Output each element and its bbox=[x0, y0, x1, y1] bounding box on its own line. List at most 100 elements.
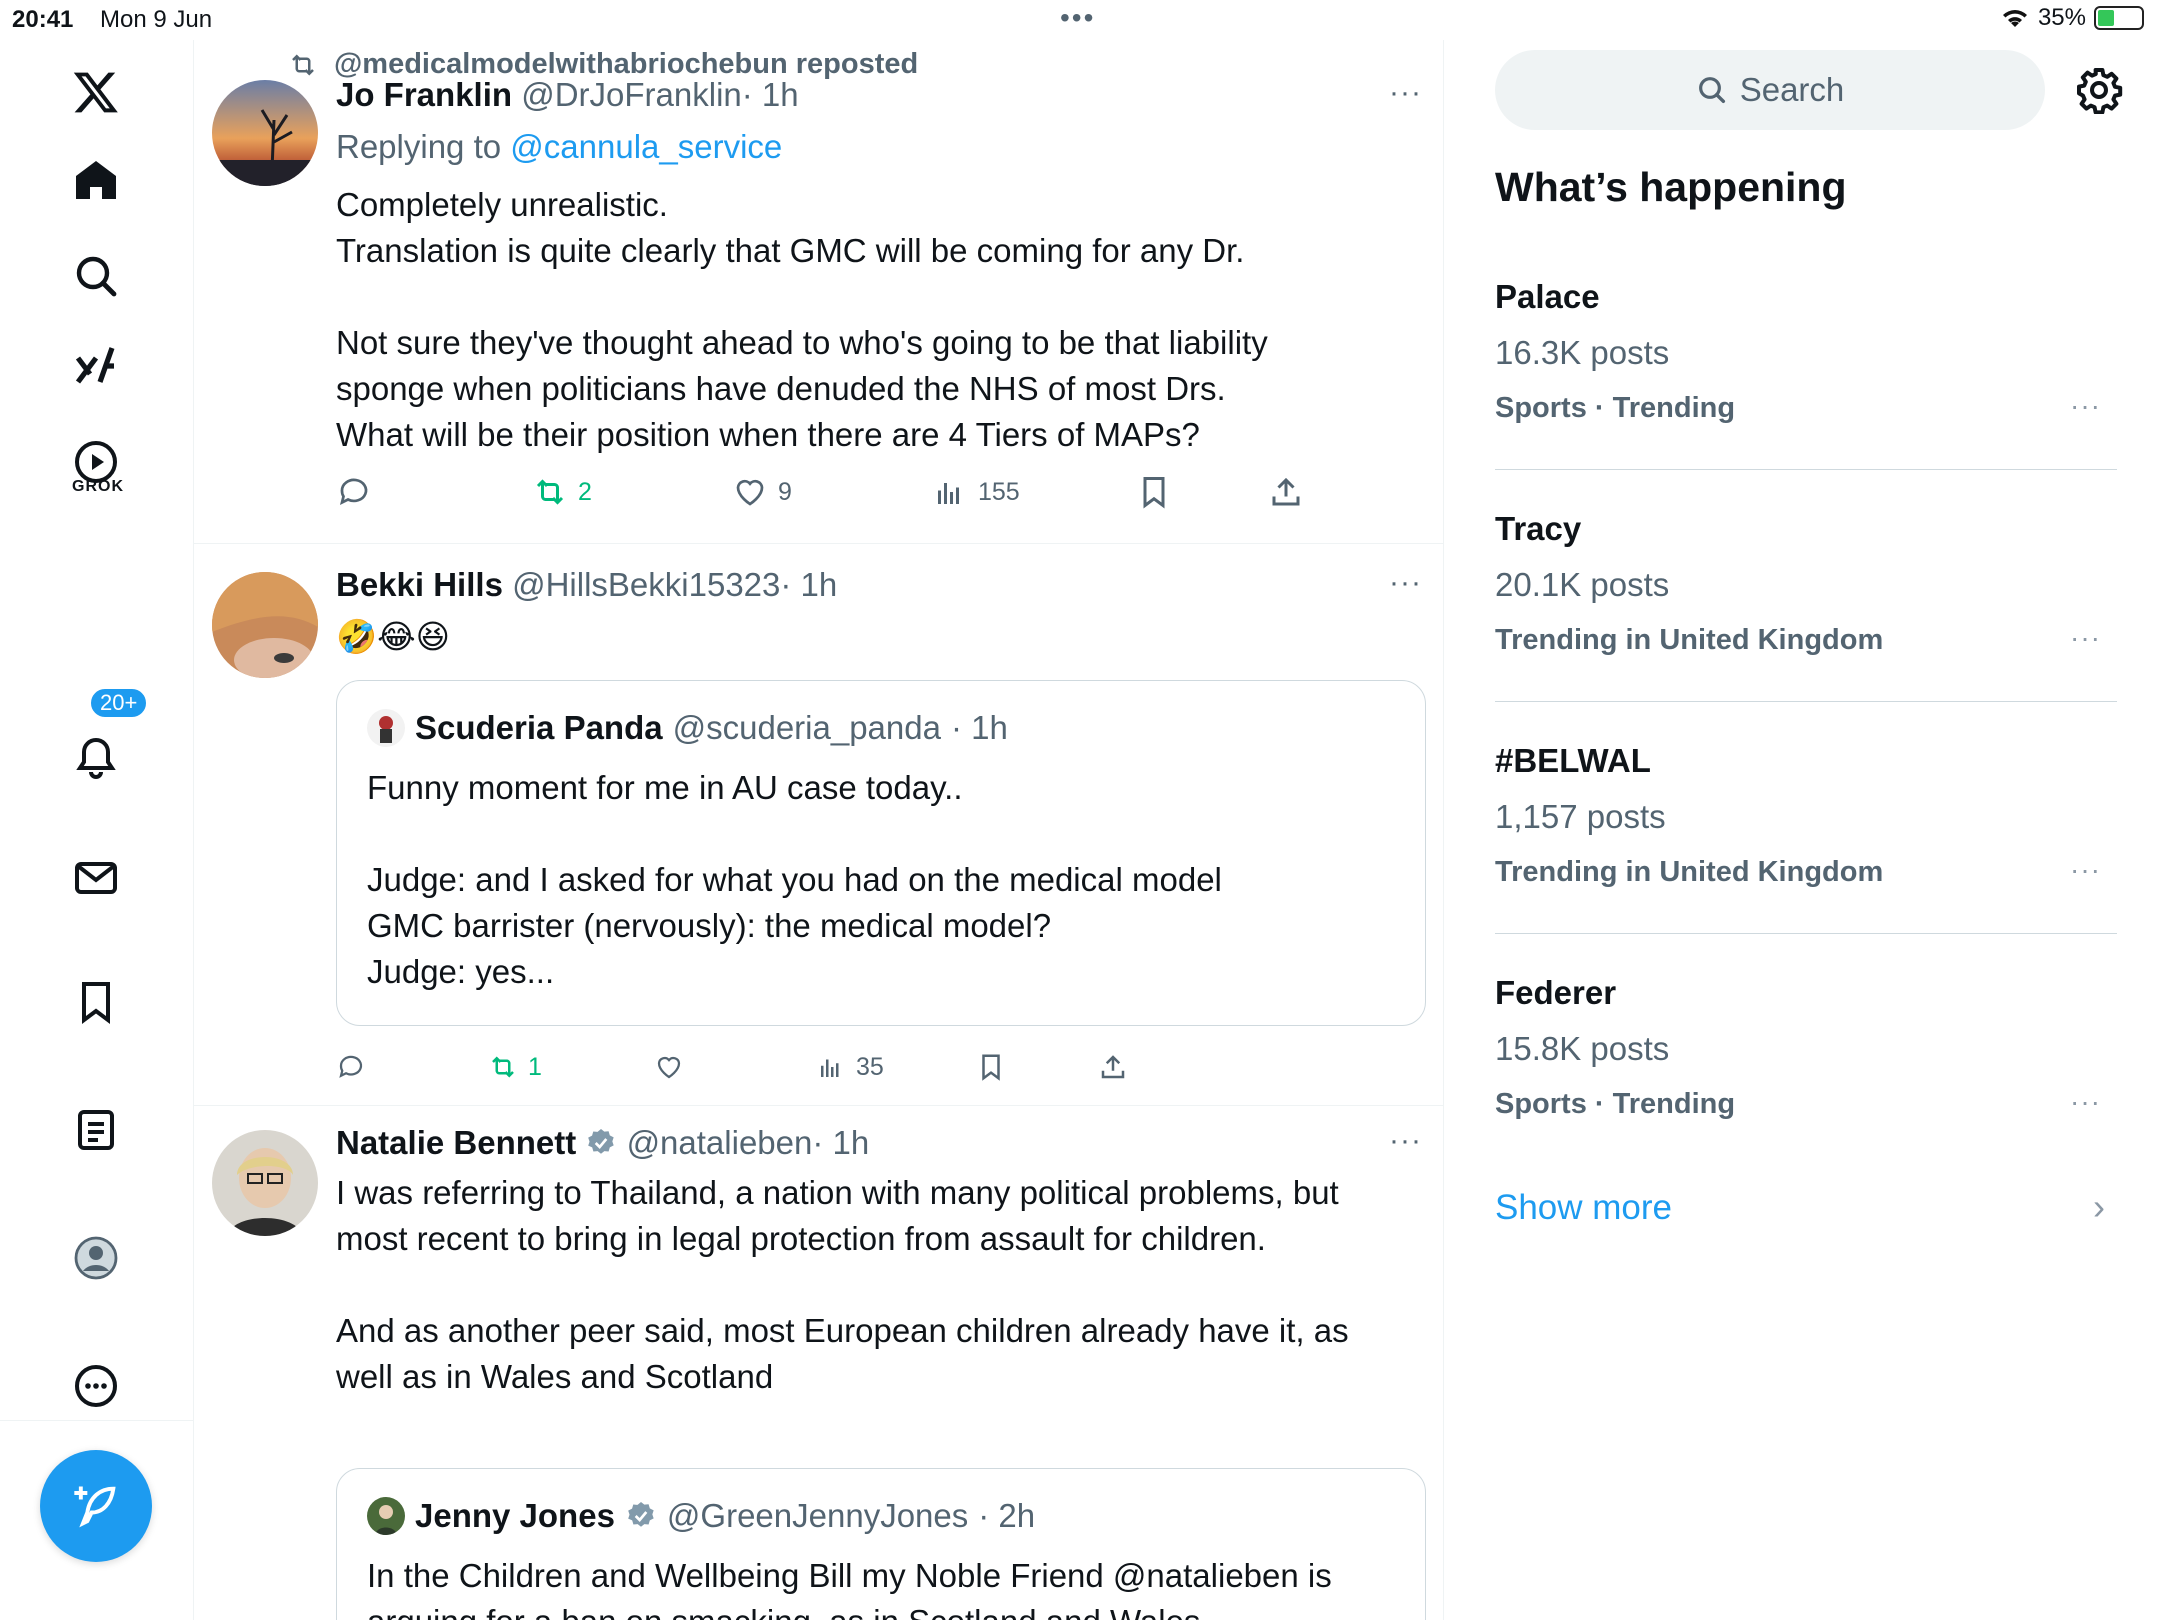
mail-icon[interactable] bbox=[64, 846, 128, 910]
wifi-icon bbox=[2002, 10, 2027, 28]
trend-item[interactable]: Federer 15.8K posts Sports · Trending ··… bbox=[1495, 974, 2117, 1166]
share-icon bbox=[1101, 1055, 1125, 1079]
post-more-icon[interactable]: ··· bbox=[1389, 1124, 1422, 1158]
status-bar: 20:41 Mon 9 Jun ••• 35% bbox=[0, 0, 2160, 40]
post-time: · 1h bbox=[812, 1124, 870, 1161]
post-text: Completely unrealistic. Translation is q… bbox=[336, 182, 1268, 458]
trend-more-icon[interactable]: ··· bbox=[2070, 390, 2101, 422]
author-name[interactable]: Bekki Hills bbox=[336, 566, 503, 603]
quoted-post-header: Scuderia Panda @scuderia_panda · 1h bbox=[367, 709, 1008, 747]
bookmark-button[interactable] bbox=[1136, 474, 1172, 510]
repost-count: 1 bbox=[528, 1052, 542, 1081]
post-text-line: Translation is quite clearly that GMC wi… bbox=[336, 232, 1245, 269]
trend-item[interactable]: #BELWAL 1,157 posts Trending in United K… bbox=[1495, 742, 2117, 934]
avatar[interactable] bbox=[212, 80, 318, 186]
quoted-text-line: Judge: and I asked for what you had on t… bbox=[367, 861, 1222, 898]
home-icon[interactable] bbox=[64, 148, 128, 212]
post-natalie-bennett[interactable]: Natalie Bennett @natalieben· 1h ··· I wa… bbox=[194, 1106, 1443, 1620]
trend-context: Sports · Trending bbox=[1495, 1088, 1736, 1120]
post-text-line: What will be their position when there a… bbox=[336, 416, 1200, 453]
avatar[interactable] bbox=[212, 572, 318, 678]
right-sidebar: Search What’s happening Palace 16.3K pos… bbox=[1445, 40, 2160, 1620]
reply-icon bbox=[339, 478, 368, 506]
trend-posts: 16.3K posts bbox=[1495, 334, 1670, 371]
compose-button[interactable] bbox=[40, 1450, 152, 1562]
post-text-line: Not sure they've thought ahead to who's … bbox=[336, 324, 1268, 361]
quoted-author-handle[interactable]: @GreenJennyJones bbox=[667, 1497, 968, 1535]
quoted-post-time: · 1h bbox=[950, 709, 1008, 746]
trend-more-icon[interactable]: ··· bbox=[2070, 622, 2101, 654]
view-count: 35 bbox=[856, 1052, 884, 1081]
bookmark-button[interactable] bbox=[976, 1052, 1006, 1082]
repost-button[interactable]: 1 bbox=[488, 1052, 542, 1082]
bookmark-icon bbox=[982, 1054, 1000, 1081]
share-button[interactable] bbox=[1268, 474, 1304, 510]
like-button[interactable] bbox=[654, 1052, 684, 1082]
like-button[interactable]: 9 bbox=[732, 474, 792, 510]
quoted-author-handle[interactable]: @scuderia_panda bbox=[673, 709, 941, 747]
trend-posts: 20.1K posts bbox=[1495, 566, 1670, 603]
trend-context: Trending in United Kingdom bbox=[1495, 856, 1884, 888]
post-jo-franklin[interactable]: @medicalmodelwithabriochebun reposted Jo… bbox=[194, 40, 1443, 544]
x-logo-icon bbox=[73, 72, 118, 113]
verified-badge-icon bbox=[628, 1502, 654, 1527]
search-icon[interactable] bbox=[64, 244, 128, 308]
reply-button[interactable] bbox=[336, 474, 372, 510]
post-more-icon[interactable]: ··· bbox=[1389, 76, 1422, 110]
gear-icon[interactable] bbox=[2075, 66, 2123, 114]
replying-to-link[interactable]: @cannula_service bbox=[510, 128, 782, 165]
search-bar[interactable]: Search bbox=[1495, 50, 2045, 130]
heart-icon bbox=[657, 1056, 681, 1079]
author-handle[interactable]: @HillsBekki15323 bbox=[512, 566, 780, 603]
trend-context: Trending in United Kingdom bbox=[1495, 624, 1884, 656]
views-button[interactable]: 35 bbox=[816, 1052, 884, 1082]
profile-icon[interactable] bbox=[64, 1226, 128, 1290]
share-button[interactable] bbox=[1098, 1052, 1128, 1082]
quoted-post[interactable]: Scuderia Panda @scuderia_panda · 1h Funny… bbox=[336, 680, 1426, 1026]
grok-icon[interactable] bbox=[64, 334, 128, 398]
post-text-line: I was referring to Thailand, a nation wi… bbox=[336, 1174, 1339, 1211]
battery-icon bbox=[2094, 6, 2144, 30]
chevron-right-icon[interactable]: › bbox=[2093, 1186, 2105, 1228]
whats-happening-title: What’s happening bbox=[1495, 164, 1847, 210]
trend-posts: 1,157 posts bbox=[1495, 798, 1666, 835]
show-more-link[interactable]: Show more bbox=[1495, 1188, 1672, 1228]
bookmark-icon[interactable] bbox=[64, 970, 128, 1034]
quoted-author-name[interactable]: Jenny Jones bbox=[415, 1497, 615, 1535]
trend-more-icon[interactable]: ··· bbox=[2070, 854, 2101, 886]
list-icon[interactable] bbox=[64, 1098, 128, 1162]
avatar[interactable] bbox=[212, 1130, 318, 1236]
post-more-icon[interactable]: ··· bbox=[1389, 566, 1422, 600]
x-logo[interactable] bbox=[64, 60, 128, 124]
author-name[interactable]: Natalie Bennett bbox=[336, 1124, 576, 1161]
timeline-feed: @medicalmodelwithabriochebun reposted Jo… bbox=[194, 40, 1444, 1620]
trend-name: Tracy bbox=[1495, 510, 1582, 547]
trend-name: #BELWAL bbox=[1495, 742, 1651, 779]
post-time: · 1h bbox=[780, 566, 838, 603]
post-header: Bekki Hills @HillsBekki15323· 1h bbox=[336, 566, 837, 604]
quoted-text-line: Judge: yes... bbox=[367, 953, 555, 990]
multitask-dots[interactable]: ••• bbox=[1060, 2, 1095, 34]
post-header: Jo Franklin @DrJoFranklin· 1h bbox=[336, 76, 799, 114]
video-icon[interactable] bbox=[64, 430, 128, 494]
bell-icon[interactable] bbox=[64, 726, 128, 790]
post-bekki-hills[interactable]: Bekki Hills @HillsBekki15323· 1h ··· 🤣😂😆… bbox=[194, 544, 1443, 1106]
trend-item[interactable]: Palace 16.3K posts Sports · Trending ··· bbox=[1495, 278, 2117, 470]
author-handle[interactable]: @natalieben bbox=[627, 1124, 813, 1161]
quoted-author-name[interactable]: Scuderia Panda bbox=[415, 709, 663, 747]
views-button[interactable]: 155 bbox=[932, 474, 1020, 510]
like-count: 9 bbox=[778, 477, 792, 506]
author-name[interactable]: Jo Franklin bbox=[336, 76, 512, 113]
author-handle[interactable]: @DrJoFranklin bbox=[521, 76, 742, 113]
notifications-badge: 20+ bbox=[88, 686, 150, 720]
trend-item[interactable]: Tracy 20.1K posts Trending in United Kin… bbox=[1495, 510, 2117, 702]
post-text-line: sponge when politicians have denuded the… bbox=[336, 370, 1226, 407]
more-icon[interactable] bbox=[64, 1354, 128, 1418]
post-time: · 1h bbox=[741, 76, 799, 113]
quoted-post[interactable]: Jenny Jones @GreenJennyJones · 2h In the … bbox=[336, 1468, 1426, 1620]
status-date: Mon 9 Jun bbox=[100, 6, 213, 33]
reply-button[interactable] bbox=[336, 1052, 366, 1082]
post-text-line: well as in Wales and Scotland bbox=[336, 1358, 774, 1395]
repost-button[interactable]: 2 bbox=[532, 474, 592, 510]
trend-more-icon[interactable]: ··· bbox=[2070, 1086, 2101, 1118]
